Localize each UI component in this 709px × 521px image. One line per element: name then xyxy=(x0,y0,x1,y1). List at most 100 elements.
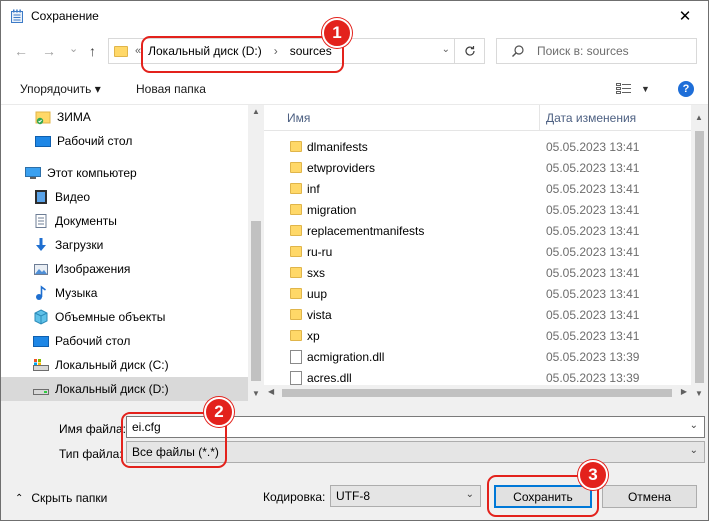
file-row[interactable]: ru-ru 05.05.2023 13:41 xyxy=(264,241,692,262)
file-date: 05.05.2023 13:41 xyxy=(546,307,640,322)
nav-item-video[interactable]: Видео xyxy=(1,185,249,209)
file-name: acres.dll xyxy=(307,370,352,385)
nav-item-drive-c[interactable]: Локальный диск (C:) xyxy=(1,353,249,377)
file-list-scrollbar[interactable]: ▲ ▼ xyxy=(691,105,708,401)
video-icon xyxy=(33,189,49,205)
folder-icon xyxy=(290,267,302,278)
cancel-button[interactable]: Отмена xyxy=(602,485,697,508)
file-date: 05.05.2023 13:41 xyxy=(546,328,640,343)
scrollbar-thumb[interactable] xyxy=(282,389,672,397)
scroll-down-icon[interactable]: ▼ xyxy=(252,389,260,398)
up-button[interactable]: ↑ xyxy=(89,43,96,59)
nav-item-3d-objects[interactable]: Объемные объекты xyxy=(1,305,249,329)
horizontal-scrollbar[interactable]: ◀ ▶ xyxy=(264,385,691,401)
scroll-right-icon[interactable]: ▶ xyxy=(681,387,687,396)
file-name: vista xyxy=(307,307,332,322)
file-date: 05.05.2023 13:39 xyxy=(546,349,640,364)
file-date: 05.05.2023 13:41 xyxy=(546,202,640,217)
chevron-down-icon[interactable]: ⌄ xyxy=(690,445,698,456)
file-date: 05.05.2023 13:39 xyxy=(546,370,640,385)
column-divider[interactable] xyxy=(539,105,540,131)
file-row[interactable]: sxs 05.05.2023 13:41 xyxy=(264,262,692,283)
file-row[interactable]: xp 05.05.2023 13:41 xyxy=(264,325,692,346)
file-name: dlmanifests xyxy=(307,139,368,154)
folder-shared-icon xyxy=(35,109,51,125)
dll-file-icon xyxy=(290,349,302,364)
folder-icon xyxy=(290,309,302,320)
file-row[interactable]: etwproviders 05.05.2023 13:41 xyxy=(264,157,692,178)
file-date: 05.05.2023 13:41 xyxy=(546,139,640,154)
recent-locations-button[interactable]: ⌄ xyxy=(69,42,78,55)
scroll-up-icon[interactable]: ▲ xyxy=(695,113,703,122)
file-row[interactable]: uup 05.05.2023 13:41 xyxy=(264,283,692,304)
nav-item-music[interactable]: Музыка xyxy=(1,281,249,305)
file-name: inf xyxy=(307,181,320,196)
folder-icon xyxy=(290,162,302,173)
dll-file-icon xyxy=(290,370,302,385)
file-row[interactable]: dlmanifests 05.05.2023 13:41 xyxy=(264,136,692,157)
nav-item-desktop-quick[interactable]: Рабочий стол xyxy=(1,129,249,153)
hide-folders-label: Скрыть папки xyxy=(31,491,108,505)
hide-folders-button[interactable]: ⌃ Скрыть папки xyxy=(15,491,107,505)
file-row[interactable]: migration 05.05.2023 13:41 xyxy=(264,199,692,220)
nav-pane-scrollbar[interactable]: ▲ ▼ xyxy=(248,105,264,401)
filename-label: Имя файла: xyxy=(59,422,126,436)
file-row[interactable]: vista 05.05.2023 13:41 xyxy=(264,304,692,325)
file-list: ⌃ Имя Дата изменения dlmanifests 05.05.20… xyxy=(264,105,708,401)
scroll-left-icon[interactable]: ◀ xyxy=(268,387,274,396)
file-row[interactable]: replacementmanifests 05.05.2023 13:41 xyxy=(264,220,692,241)
desktop-icon xyxy=(35,133,51,149)
chevron-down-icon[interactable]: ⌄ xyxy=(466,489,474,500)
nav-item-label: Изображения xyxy=(55,262,131,276)
nav-item-label: Загрузки xyxy=(55,238,104,252)
organize-button[interactable]: Упорядочить ▾ xyxy=(20,82,101,96)
address-dropdown-icon[interactable]: ⌄ xyxy=(442,44,450,55)
file-name: uup xyxy=(307,286,328,301)
refresh-button[interactable] xyxy=(454,39,484,63)
file-row[interactable]: inf 05.05.2023 13:41 xyxy=(264,178,692,199)
forward-button[interactable]: → xyxy=(42,43,56,59)
nav-item-downloads[interactable]: Загрузки xyxy=(1,233,249,257)
nav-item-zima[interactable]: ЗИМА xyxy=(1,105,249,129)
column-header: ⌃ Имя Дата изменения xyxy=(264,105,692,131)
scroll-up-icon[interactable]: ▲ xyxy=(252,107,260,116)
drive-icon xyxy=(33,357,49,373)
folder-icon xyxy=(290,330,302,341)
close-button[interactable]: ✕ xyxy=(662,1,708,31)
nav-item-pictures[interactable]: Изображения xyxy=(1,257,249,281)
folder-icon xyxy=(290,183,302,194)
file-date: 05.05.2023 13:41 xyxy=(546,244,640,259)
save-dialog: Сохранение ✕ ← → ⌄ ↑ « Локальный диск (D… xyxy=(0,0,709,521)
step-badge-3: 3 xyxy=(578,460,608,490)
scrollbar-thumb[interactable] xyxy=(251,221,261,381)
encoding-select[interactable]: UTF-8 ⌄ xyxy=(330,485,481,507)
scroll-down-icon[interactable]: ▼ xyxy=(695,389,703,398)
nav-item-label: Рабочий стол xyxy=(55,334,131,348)
column-date-header[interactable]: Дата изменения xyxy=(546,111,636,125)
search-box[interactable]: Поиск в: sources xyxy=(496,38,697,64)
new-folder-button[interactable]: Новая папка xyxy=(136,82,206,96)
nav-item-documents[interactable]: Документы xyxy=(1,209,249,233)
nav-item-this-pc[interactable]: Этот компьютер xyxy=(1,161,249,185)
nav-item-label: Объемные объекты xyxy=(55,310,166,324)
help-button[interactable]: ? xyxy=(678,81,694,97)
file-date: 05.05.2023 13:41 xyxy=(546,223,640,238)
pictures-icon xyxy=(33,261,49,277)
notepad-icon xyxy=(10,9,24,23)
3d-objects-icon xyxy=(33,309,49,325)
file-row[interactable]: acmigration.dll 05.05.2023 13:39 xyxy=(264,346,692,367)
file-date: 05.05.2023 13:41 xyxy=(546,181,640,196)
search-placeholder: Поиск в: sources xyxy=(537,44,629,58)
nav-item-label: Локальный диск (C:) xyxy=(55,358,169,372)
view-dropdown-icon[interactable]: ▼ xyxy=(641,84,650,94)
nav-item-desktop[interactable]: Рабочий стол xyxy=(1,329,249,353)
change-view-button[interactable]: ▼ xyxy=(616,81,650,97)
nav-item-label: ЗИМА xyxy=(57,110,91,124)
chevron-down-icon[interactable]: ⌄ xyxy=(690,420,698,431)
chevron-up-icon: ⌃ xyxy=(15,492,24,504)
scrollbar-thumb[interactable] xyxy=(695,131,704,383)
back-button[interactable]: ← xyxy=(14,43,28,59)
column-name-header[interactable]: Имя xyxy=(287,111,310,125)
computer-icon xyxy=(25,165,41,181)
file-name: migration xyxy=(307,202,357,217)
